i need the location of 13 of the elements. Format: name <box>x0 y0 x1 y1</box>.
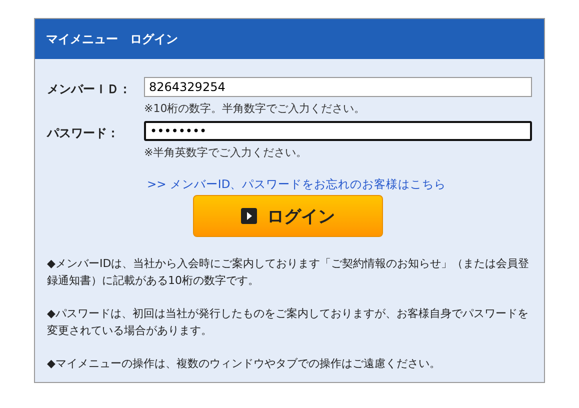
play-icon <box>241 208 257 224</box>
login-button[interactable]: ログイン <box>193 195 383 237</box>
note-text: ◆マイメニューの操作は、複数のウィンドウやタブでの操作はご遠慮ください。 <box>47 356 442 372</box>
input-field[interactable]: •••••••• <box>144 121 532 141</box>
note-text: ◆パスワードは、初回は当社が発行したものをご案内しておりますが、お客様自身でパスワードを変更されている場合があります。 <box>47 306 530 339</box>
forgot-link[interactable]: >> メンバーID、パスワードをお忘れのお客様はこちら <box>147 177 446 191</box>
field-label: メンバーＩＤ： <box>47 81 132 98</box>
field-hint: ※半角英数字でご入力ください。 <box>144 145 308 160</box>
panel-title: マイメニュー ログイン <box>46 30 178 48</box>
input-field[interactable]: 8264329254 <box>144 77 532 97</box>
note-text: ◆メンバーIDは、当社から入会時にご案内しております「ご契約情報のお知らせ」（または会員登録通知書）に記載がある10桁の数字です。 <box>47 256 530 289</box>
field-label: パスワード： <box>47 125 120 142</box>
field-hint: ※10桁の数字。半角数字でご入力ください。 <box>144 101 366 116</box>
